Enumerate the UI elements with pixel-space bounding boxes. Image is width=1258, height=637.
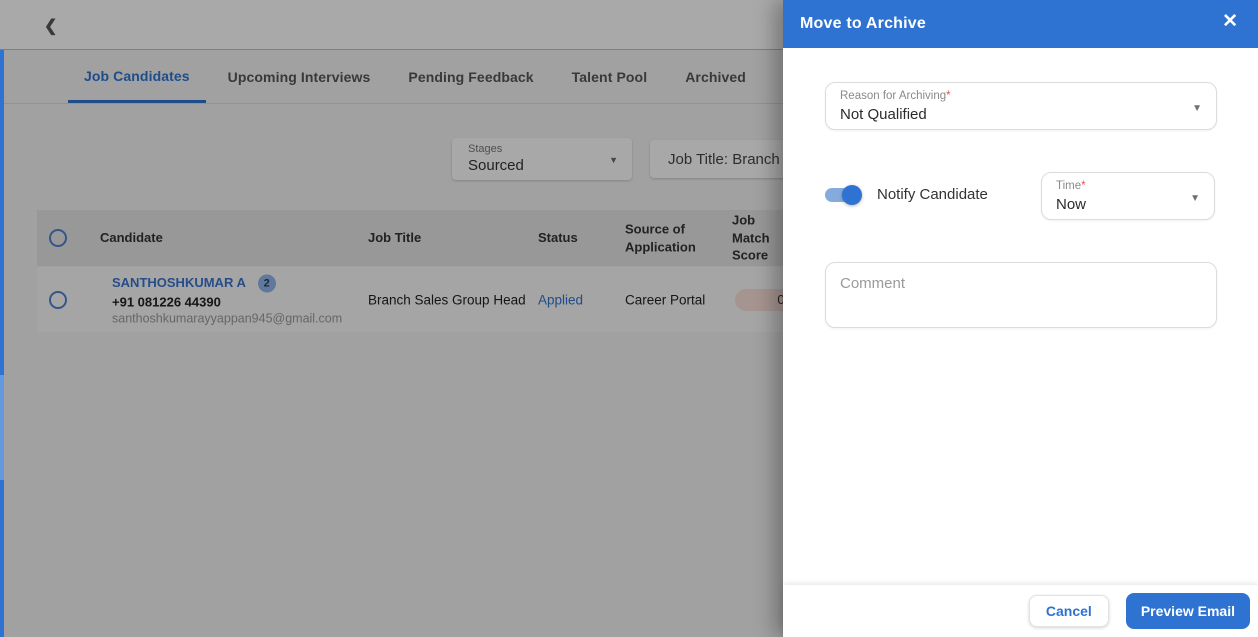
comment-input[interactable]: [825, 262, 1217, 328]
time-select[interactable]: Time* Now ▼: [1041, 172, 1215, 220]
reason-for-archiving-select[interactable]: Reason for Archiving* Not Qualified ▼: [825, 82, 1217, 130]
preview-email-button[interactable]: Preview Email: [1125, 593, 1250, 629]
dialog-footer: Cancel Preview Email: [783, 585, 1258, 637]
notify-candidate-toggle[interactable]: [825, 184, 862, 205]
notify-candidate-row: Notify Candidate: [825, 184, 988, 205]
toggle-knob: [842, 184, 862, 205]
dialog-header: Move to Archive ✕: [783, 0, 1258, 48]
left-scrollbar[interactable]: [0, 50, 4, 637]
move-to-archive-dialog: Move to Archive ✕ Reason for Archiving* …: [783, 0, 1258, 637]
app-root: ❮ Job Candidates Upcoming Interviews Pen…: [0, 0, 1258, 637]
notify-candidate-label: Notify Candidate: [877, 186, 988, 203]
required-asterisk: *: [946, 90, 951, 102]
close-icon[interactable]: ✕: [1222, 12, 1238, 31]
cancel-button[interactable]: Cancel: [1028, 595, 1109, 627]
required-asterisk: *: [1081, 180, 1086, 192]
reason-label: Reason for Archiving*: [840, 90, 951, 102]
time-label: Time*: [1056, 180, 1086, 192]
dialog-title: Move to Archive: [800, 15, 926, 32]
chevron-down-icon: ▼: [1190, 193, 1200, 204]
reason-value: Not Qualified: [840, 106, 927, 123]
chevron-down-icon: ▼: [1192, 103, 1202, 114]
time-value: Now: [1056, 196, 1087, 213]
left-scrollbar-thumb[interactable]: [0, 375, 4, 480]
